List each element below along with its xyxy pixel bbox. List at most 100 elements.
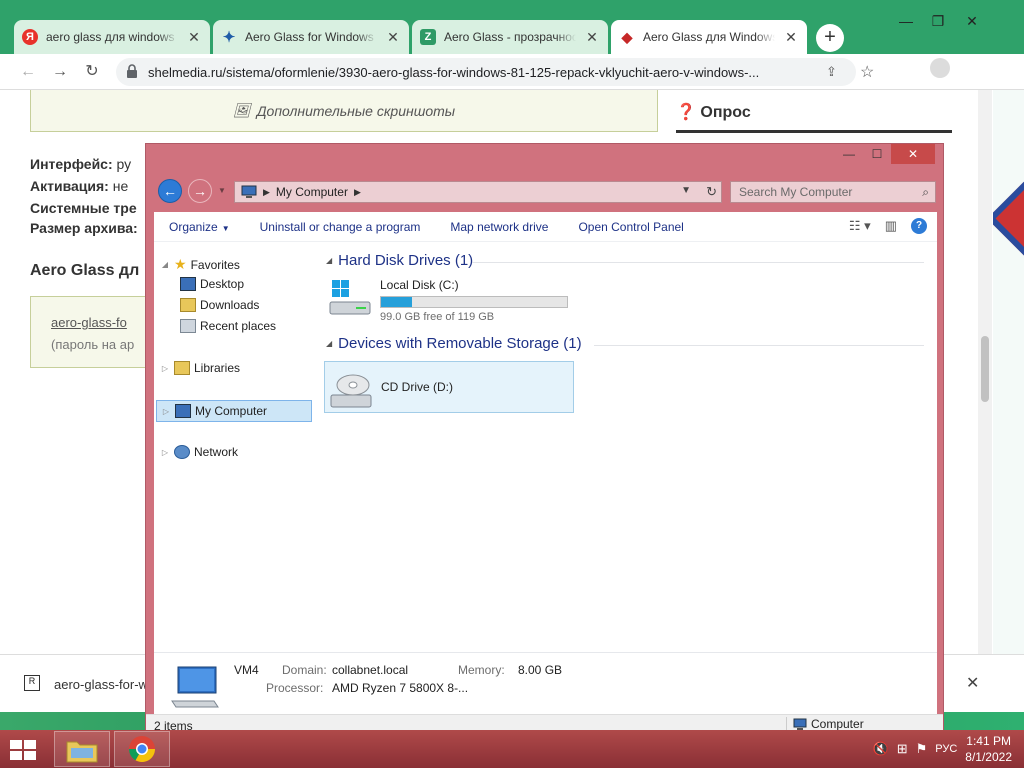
nav-desktop[interactable]: Desktop bbox=[180, 277, 244, 291]
uninstall-program-button[interactable]: Uninstall or change a program bbox=[245, 220, 436, 234]
desktop-icon bbox=[180, 277, 196, 291]
scroll-thumb[interactable] bbox=[981, 336, 989, 402]
page-scrollbar[interactable] bbox=[978, 90, 992, 654]
nav-libraries[interactable]: ▷ Libraries bbox=[160, 361, 240, 375]
group-removable-storage[interactable]: ◢ Devices with Removable Storage (1) bbox=[326, 335, 582, 352]
forward-icon[interactable]: → bbox=[48, 60, 72, 84]
recent-places-icon bbox=[180, 319, 196, 333]
clock[interactable]: 1:41 PM 8/1/2022 bbox=[965, 733, 1012, 765]
expand-triangle-icon[interactable]: ▷ bbox=[161, 407, 171, 416]
info-interface: Интерфейс: ру bbox=[30, 156, 131, 172]
nav-label: Network bbox=[194, 445, 239, 459]
close-tab-icon[interactable]: ✕ bbox=[584, 29, 600, 46]
breadcrumb[interactable]: My Computer bbox=[276, 185, 348, 199]
recent-pages-icon[interactable]: ▼ bbox=[218, 186, 226, 195]
address-bar[interactable]: shelmedia.ru/sistema/oformlenie/3930-aer… bbox=[116, 58, 874, 86]
view-options-icon[interactable]: ☷ ▾ bbox=[849, 218, 871, 234]
expand-triangle-icon[interactable]: ◢ bbox=[160, 260, 170, 269]
search-input[interactable]: Search My Computer ⌕ bbox=[730, 181, 936, 203]
poll-underline bbox=[676, 130, 952, 133]
drive-name: Local Disk (C:) bbox=[380, 278, 459, 292]
question-icon: ❓ bbox=[676, 104, 696, 121]
nav-my-computer[interactable]: ▷ My Computer bbox=[156, 400, 312, 422]
domain-value: collabnet.local bbox=[332, 663, 409, 677]
group-hard-disk-drives[interactable]: ◢ Hard Disk Drives (1) bbox=[326, 252, 473, 269]
taskbar-chrome[interactable] bbox=[114, 731, 170, 767]
nav-downloads[interactable]: Downloads bbox=[180, 298, 259, 312]
nav-favorites[interactable]: ◢ ★ Favorites bbox=[160, 256, 240, 273]
explorer-address-bar[interactable]: ▶ My Computer ▶ ▼ ↻ bbox=[234, 181, 722, 203]
downloads-folder-icon bbox=[180, 298, 196, 312]
chevron-right-icon[interactable]: ▶ bbox=[354, 187, 361, 198]
maximize-icon[interactable]: ☐ bbox=[863, 144, 891, 164]
tab-aero-glass-dlya-windows[interactable]: ◆ Aero Glass для Windows ✕ bbox=[611, 20, 807, 54]
navigation-pane: ◢ ★ Favorites Desktop Downloads Recent p… bbox=[154, 242, 320, 652]
back-arrow-icon[interactable]: ← bbox=[158, 179, 182, 203]
download-link[interactable]: aero-glass-fo bbox=[51, 315, 127, 330]
back-icon[interactable]: ← bbox=[16, 60, 40, 84]
lock-icon bbox=[127, 64, 137, 78]
computer-icon bbox=[793, 718, 807, 730]
volume-muted-icon[interactable]: 🔇 bbox=[873, 741, 889, 757]
info-size: Размер архива: bbox=[30, 220, 138, 236]
expand-triangle-icon[interactable]: ▷ bbox=[160, 364, 170, 373]
organize-button[interactable]: Organize ▼ bbox=[154, 220, 245, 234]
info-label: Интерфейс: bbox=[30, 156, 113, 172]
close-download-bar-icon[interactable]: ✕ bbox=[966, 673, 979, 693]
details-pane: VM4 Domain: collabnet.local Memory: 8.00… bbox=[154, 652, 937, 720]
reload-icon[interactable]: ↻ bbox=[80, 60, 104, 84]
tab-aero-glass-transparency[interactable]: Z Aero Glass - прозрачнос ✕ bbox=[412, 20, 608, 54]
open-control-panel-button[interactable]: Open Control Panel bbox=[563, 220, 698, 234]
refresh-icon[interactable]: ↻ bbox=[706, 184, 717, 200]
organize-label: Organize bbox=[169, 219, 218, 234]
password-note: (пароль на ар bbox=[51, 337, 135, 352]
minimize-icon[interactable]: — bbox=[835, 144, 863, 164]
drive-c[interactable]: Local Disk (C:) 99.0 GB free of 119 GB bbox=[326, 278, 568, 323]
close-tab-icon[interactable]: ✕ bbox=[186, 29, 202, 46]
start-windows-icon[interactable] bbox=[8, 738, 38, 762]
command-bar: Organize ▼ Uninstall or change a program … bbox=[154, 212, 937, 242]
close-tab-icon[interactable]: ✕ bbox=[783, 29, 799, 46]
processor-label: Processor: bbox=[266, 681, 324, 695]
search-icon[interactable]: ⌕ bbox=[922, 185, 929, 200]
screenshots-link[interactable]: Дополнительные скриншоты bbox=[257, 103, 455, 119]
nav-label: Downloads bbox=[200, 298, 260, 312]
chevron-down-icon[interactable]: ▼ bbox=[681, 185, 691, 196]
profile-avatar-icon[interactable] bbox=[930, 58, 950, 78]
info-value: не bbox=[112, 178, 129, 194]
bookmark-star-icon[interactable]: ☆ bbox=[860, 62, 874, 82]
tab-title: Aero Glass - прозрачнос bbox=[444, 30, 576, 44]
memory-label: Memory: bbox=[458, 663, 505, 677]
nav-recent-places[interactable]: Recent places bbox=[180, 319, 276, 333]
hard-drive-icon bbox=[329, 280, 371, 315]
close-window-icon[interactable]: ✕ bbox=[952, 8, 992, 34]
new-tab-button[interactable]: + bbox=[816, 24, 844, 52]
drive-d[interactable]: CD Drive (D:) bbox=[324, 361, 574, 413]
side-banner[interactable] bbox=[993, 90, 1024, 654]
map-network-drive-button[interactable]: Map network drive bbox=[435, 220, 563, 234]
tab-aero-glass-for-windows[interactable]: ✦ Aero Glass for Windows 8 ✕ bbox=[213, 20, 409, 54]
download-file-name[interactable]: aero-glass-for-w bbox=[54, 677, 148, 692]
expand-triangle-icon[interactable]: ▷ bbox=[160, 448, 170, 457]
close-window-icon[interactable]: ✕ bbox=[891, 144, 935, 164]
collapse-triangle-icon[interactable]: ◢ bbox=[326, 339, 332, 348]
folder-icon bbox=[66, 741, 98, 763]
forward-arrow-icon[interactable]: → bbox=[188, 179, 212, 203]
libraries-icon bbox=[174, 361, 190, 375]
help-icon[interactable]: ? bbox=[911, 218, 927, 234]
system-tray: 🔇 ⊞ ⚑ РУС 1:41 PM 8/1/2022 bbox=[873, 730, 1024, 768]
collapse-triangle-icon[interactable]: ◢ bbox=[326, 256, 332, 265]
action-center-icon[interactable]: ⚑ bbox=[916, 741, 928, 757]
chevron-right-icon[interactable]: ▶ bbox=[263, 187, 270, 198]
taskbar-explorer[interactable] bbox=[54, 731, 110, 767]
share-icon[interactable]: ⇪ bbox=[826, 64, 837, 80]
drive-usage-fill bbox=[381, 297, 413, 307]
close-tab-icon[interactable]: ✕ bbox=[385, 29, 401, 46]
network-status-icon[interactable]: ⊞ bbox=[897, 741, 908, 757]
image-icon: 🖼 bbox=[232, 102, 251, 118]
language-indicator[interactable]: РУС bbox=[935, 743, 957, 755]
nav-network[interactable]: ▷ Network bbox=[160, 445, 238, 459]
preview-pane-icon[interactable]: ▥ bbox=[885, 218, 897, 234]
screenshots-box[interactable]: 🖼 Дополнительные скриншоты bbox=[30, 90, 658, 132]
tab-yandex[interactable]: Я aero glass для windows 8 ✕ bbox=[14, 20, 210, 54]
